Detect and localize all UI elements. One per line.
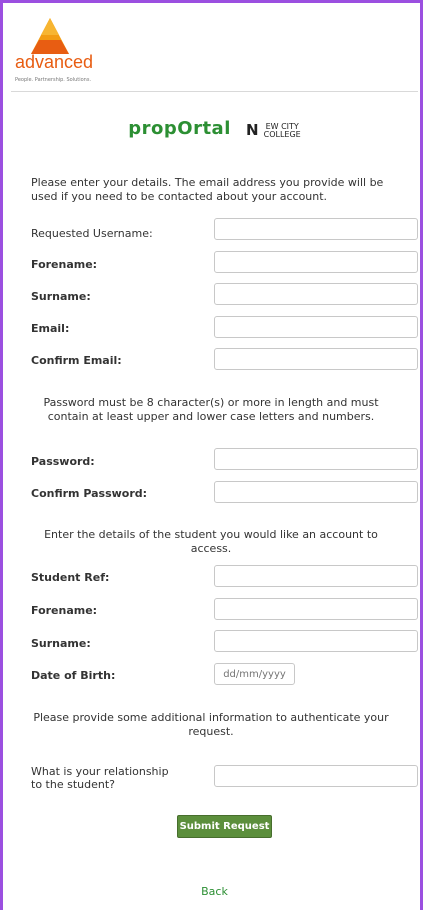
student-ref-label: Student Ref: [31, 571, 110, 584]
password-input[interactable] [214, 448, 418, 470]
confirm-password-label: Confirm Password: [31, 487, 148, 500]
email-label: Email: [31, 322, 70, 335]
password-label: Password: [31, 455, 95, 468]
dob-input[interactable] [214, 663, 295, 685]
surname-input[interactable] [214, 283, 418, 305]
dob-label: Date of Birth: [31, 669, 116, 682]
student-forename-input[interactable] [214, 598, 418, 620]
username-label: Requested Username: [31, 227, 153, 240]
student-note: Enter the details of the student you wou… [44, 528, 378, 555]
brand-row: propOrtal N EW CITY COLLEGE [0, 118, 429, 139]
ncc-mark-icon: N [245, 121, 259, 139]
confirm-email-input[interactable] [214, 348, 418, 370]
student-surname-label: Surname: [31, 637, 91, 650]
username-input[interactable] [214, 218, 418, 240]
relationship-label: What is your relationship to the student… [31, 765, 169, 791]
advanced-logo: advanced People. Partnership. Solutions. [11, 18, 121, 88]
email-input[interactable] [214, 316, 418, 338]
advanced-wordmark: advanced [15, 52, 94, 72]
password-note: Password must be 8 character(s) or more … [43, 396, 379, 423]
auth-note: Please provide some additional informati… [33, 711, 389, 738]
confirm-password-input[interactable] [214, 481, 418, 503]
intro-text: Please enter your details. The email add… [31, 176, 384, 203]
advanced-triangle-icon [31, 18, 69, 54]
surname-label: Surname: [31, 290, 91, 303]
new-city-college-logo: N EW CITY COLLEGE [246, 120, 301, 139]
advanced-tagline: People. Partnership. Solutions. [15, 77, 92, 83]
student-surname-input[interactable] [214, 630, 418, 652]
relationship-input[interactable] [214, 765, 418, 787]
back-link[interactable]: Back [0, 885, 429, 898]
student-ref-input[interactable] [214, 565, 418, 587]
ncc-bottom: COLLEGE [263, 129, 301, 139]
student-forename-label: Forename: [31, 604, 98, 617]
confirm-email-label: Confirm Email: [31, 354, 122, 367]
submit-request-button[interactable]: Submit Request [177, 815, 272, 838]
forename-input[interactable] [214, 251, 418, 273]
proportal-logo: propOrtal [128, 118, 231, 139]
ncc-wordmark: EW CITY COLLEGE [263, 122, 301, 139]
forename-label: Forename: [31, 258, 98, 271]
header-divider [11, 91, 418, 92]
